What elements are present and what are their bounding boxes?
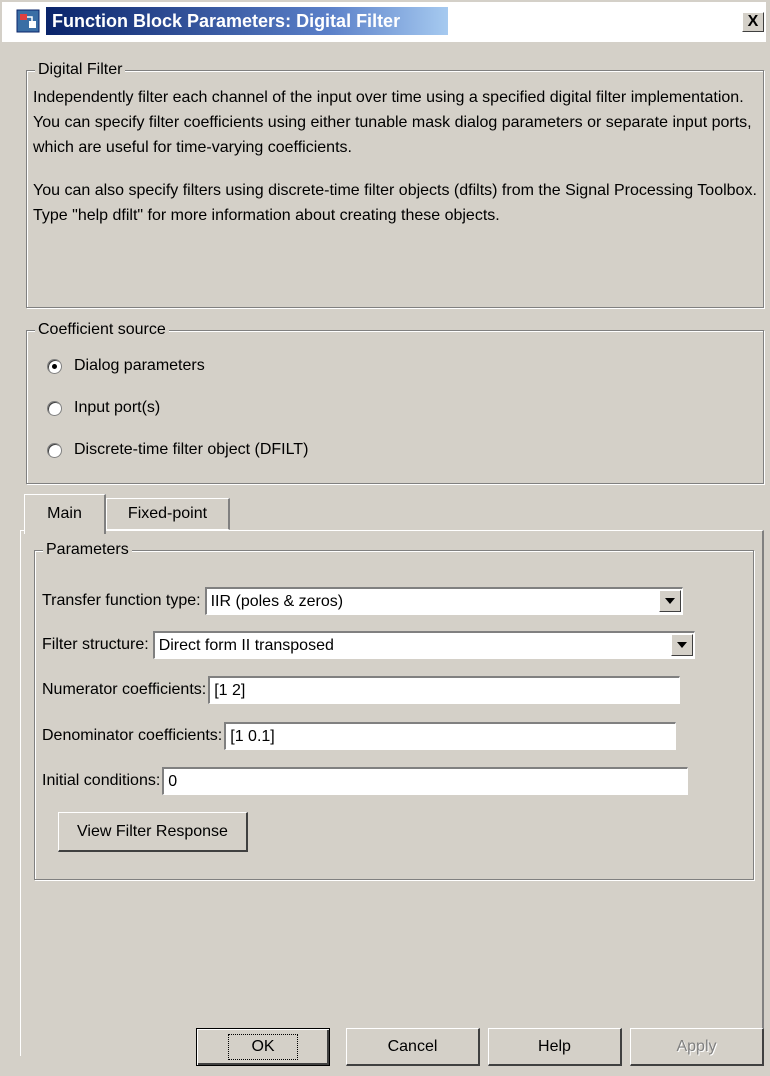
simulink-block-icon [16,9,40,33]
initial-conditions-label: Initial conditions: [42,772,161,789]
description-group: Digital Filter Independently filter each… [26,61,764,308]
help-button[interactable]: Help [488,1028,622,1066]
numerator-value: [1 2] [214,681,246,699]
numerator-label: Numerator coefficients: [42,681,207,698]
numerator-row: Numerator coefficients: [1 2] [42,676,681,704]
tab-fixed-point[interactable]: Fixed-point [106,498,230,530]
tab-fixed-point-label: Fixed-point [127,505,208,522]
denominator-label: Denominator coefficients: [42,727,223,744]
parameters-legend: Parameters [43,541,132,559]
radio-dialog-parameters[interactable]: Dialog parameters [47,357,205,375]
transfer-function-label: Transfer function type: [42,592,201,609]
radio-label-dfilt-object: Discrete-time filter object (DFILT) [74,441,309,458]
view-filter-response-button[interactable]: View Filter Response [58,812,248,852]
dropdown-arrow-button[interactable] [670,634,693,656]
help-button-label: Help [538,1037,571,1055]
ok-button[interactable]: OK [196,1028,330,1066]
filter-structure-value: Direct form II transposed [158,636,334,654]
close-button[interactable]: X [742,12,764,32]
cancel-button-label: Cancel [387,1037,438,1055]
transfer-function-value: IIR (poles & zeros) [210,592,344,610]
transfer-function-row: Transfer function type: IIR (poles & zer… [42,587,683,615]
initial-conditions-row: Initial conditions: 0 [42,767,689,795]
denominator-row: Denominator coefficients: [1 0.1] [42,722,677,750]
radio-button-icon[interactable] [47,442,62,458]
description-group-legend: Digital Filter [35,61,126,79]
window-title: Function Block Parameters: Digital Filte… [52,11,401,31]
description-paragraph-2: You can also specify filters using discr… [33,182,757,224]
radio-label-dialog-parameters: Dialog parameters [74,357,205,374]
triangle-down-icon [664,598,675,604]
radio-input-ports[interactable]: Input port(s) [47,399,160,417]
radio-label-input-ports: Input port(s) [74,399,161,416]
apply-button-label: Apply [676,1037,717,1055]
description-paragraph-1: Independently filter each channel of the… [33,89,752,156]
filter-structure-label: Filter structure: [42,636,149,653]
ok-button-label: OK [228,1034,298,1060]
title-bar: Function Block Parameters: Digital Filte… [2,2,766,42]
apply-button[interactable]: Apply [630,1028,764,1066]
triangle-down-icon [676,642,687,648]
tab-main[interactable]: Main [24,494,106,534]
filter-structure-select[interactable]: Direct form II transposed [152,631,695,659]
initial-conditions-field[interactable]: 0 [162,767,689,795]
close-icon: X [747,13,759,30]
coefficient-source-legend: Coefficient source [35,321,169,339]
radio-button-icon[interactable] [47,400,62,416]
transfer-function-select[interactable]: IIR (poles & zeros) [204,587,683,615]
dropdown-arrow-button[interactable] [658,590,681,612]
denominator-field[interactable]: [1 0.1] [224,722,677,750]
radio-dfilt-object[interactable]: Discrete-time filter object (DFILT) [47,441,308,459]
denominator-value: [1 0.1] [230,727,275,745]
radio-button-checked-icon[interactable] [47,358,62,374]
numerator-field[interactable]: [1 2] [208,676,681,704]
filter-structure-row: Filter structure: Direct form II transpo… [42,631,695,659]
dialog-window: Function Block Parameters: Digital Filte… [0,0,770,1076]
tab-main-label: Main [47,505,82,522]
initial-conditions-value: 0 [168,772,178,790]
cancel-button[interactable]: Cancel [346,1028,480,1066]
view-filter-response-label: View Filter Response [77,822,228,840]
coefficient-source-group: Coefficient source Dialog parameters Inp… [26,321,764,484]
